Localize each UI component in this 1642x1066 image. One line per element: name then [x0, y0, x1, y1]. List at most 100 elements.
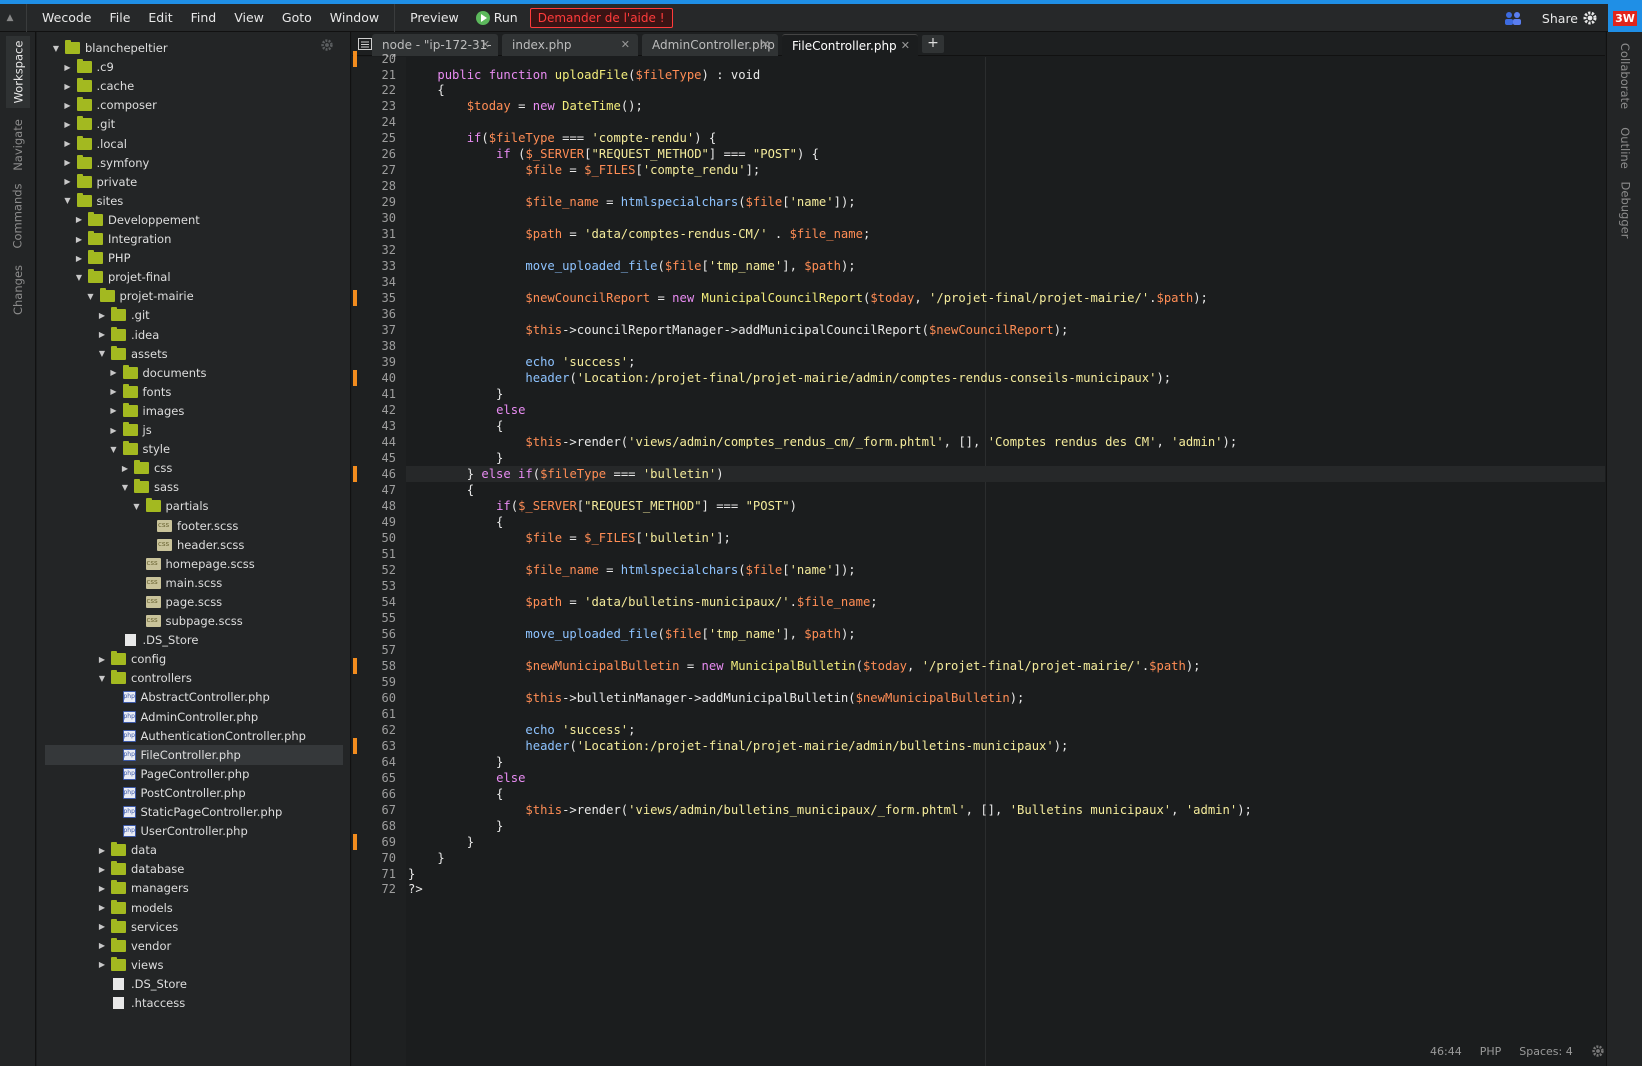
caret-right-icon[interactable]: ▶ — [97, 960, 107, 969]
close-tab-icon[interactable]: ✕ — [621, 38, 630, 51]
tree-folder[interactable]: ▶ fonts — [45, 382, 343, 402]
panel-tab-collaborate[interactable]: Collaborate — [1613, 38, 1637, 114]
caret-down-icon[interactable]: ▼ — [97, 349, 107, 358]
caret-right-icon[interactable]: ▶ — [97, 655, 107, 664]
panel-tab-changes[interactable]: Changes — [6, 256, 30, 324]
close-tab-icon[interactable]: ✕ — [901, 39, 910, 52]
caret-right-icon[interactable]: ▶ — [63, 101, 73, 110]
tree-file[interactable]: .htaccess — [45, 993, 343, 1013]
caret-right-icon[interactable]: ▶ — [109, 426, 119, 435]
preview-button[interactable]: Preview — [401, 10, 468, 25]
caret-down-icon[interactable]: ▼ — [120, 483, 130, 492]
tree-folder[interactable]: ▶ .symfony — [45, 153, 343, 173]
tree-file[interactable]: page.scss — [45, 592, 343, 612]
tree-folder[interactable]: ▶ private — [45, 172, 343, 192]
gear-icon[interactable] — [1582, 10, 1598, 26]
tree-folder[interactable]: ▶ Developpement — [45, 210, 343, 230]
menu-find[interactable]: Find — [182, 10, 226, 25]
tree-file[interactable]: AdminController.php — [45, 707, 343, 727]
tree-folder[interactable]: ▶ .composer — [45, 95, 343, 115]
menu-window[interactable]: Window — [321, 10, 388, 25]
caret-right-icon[interactable]: ▶ — [97, 903, 107, 912]
caret-right-icon[interactable]: ▶ — [74, 235, 84, 244]
users-icon[interactable] — [1504, 10, 1522, 26]
caret-right-icon[interactable]: ▶ — [63, 177, 73, 186]
panel-tab-workspace[interactable]: Workspace — [6, 36, 30, 108]
tree-file[interactable]: .DS_Store — [45, 974, 343, 994]
tree-folder[interactable]: ▼ controllers — [45, 668, 343, 688]
editor-tab[interactable]: index.php ✕ — [502, 34, 638, 56]
menu-view[interactable]: View — [225, 10, 273, 25]
caret-right-icon[interactable]: ▶ — [97, 884, 107, 893]
tab-list-icon[interactable] — [358, 38, 372, 50]
tree-folder[interactable]: ▼ blanchepeltier — [45, 38, 343, 58]
tree-file[interactable]: StaticPageController.php — [45, 802, 343, 822]
caret-right-icon[interactable]: ▶ — [97, 330, 107, 339]
help-button[interactable]: Demander de l'aide ! — [529, 7, 673, 28]
editor-tab[interactable]: FileController.php ✕ — [782, 34, 918, 56]
tree-folder[interactable]: ▶ css — [45, 458, 343, 478]
tree-file[interactable]: .DS_Store — [45, 630, 343, 650]
caret-right-icon[interactable]: ▶ — [74, 215, 84, 224]
tree-file[interactable]: PostController.php — [45, 783, 343, 803]
tree-file[interactable]: main.scss — [45, 573, 343, 593]
tree-file[interactable]: homepage.scss — [45, 554, 343, 574]
collapse-menu-icon[interactable]: ▲ — [0, 13, 20, 23]
tree-folder[interactable]: ▶ .cache — [45, 76, 343, 96]
caret-right-icon[interactable]: ▶ — [97, 846, 107, 855]
tree-folder[interactable]: ▶ .git — [45, 305, 343, 325]
caret-down-icon[interactable]: ▼ — [74, 273, 84, 282]
close-tab-icon[interactable]: ✕ — [481, 38, 490, 51]
tree-folder[interactable]: ▼ projet-mairie — [45, 286, 343, 306]
editor-tab[interactable]: AdminController.php ✕ — [642, 34, 778, 56]
tree-folder[interactable]: ▼ projet-final — [45, 267, 343, 287]
run-button[interactable]: Run — [468, 10, 526, 25]
tree-folder[interactable]: ▶ .local — [45, 134, 343, 154]
caret-right-icon[interactable]: ▶ — [74, 254, 84, 263]
tree-folder[interactable]: ▶ images — [45, 401, 343, 421]
tree-folder[interactable]: ▶ views — [45, 955, 343, 975]
caret-down-icon[interactable]: ▼ — [109, 445, 119, 454]
tree-file[interactable]: subpage.scss — [45, 611, 343, 631]
code-editor[interactable]: public function uploadFile($fileType) : … — [406, 57, 1605, 1066]
caret-right-icon[interactable]: ▶ — [97, 941, 107, 950]
caret-right-icon[interactable]: ▶ — [97, 865, 107, 874]
tree-file[interactable]: AuthenticationController.php — [45, 726, 343, 746]
tree-file[interactable]: header.scss — [45, 535, 343, 555]
caret-right-icon[interactable]: ▶ — [63, 63, 73, 72]
language-mode[interactable]: PHP — [1480, 1045, 1502, 1058]
tree-folder[interactable]: ▶ .git — [45, 114, 343, 134]
tree-folder[interactable]: ▶ data — [45, 840, 343, 860]
tree-folder[interactable]: ▶ models — [45, 898, 343, 918]
caret-right-icon[interactable]: ▶ — [97, 311, 107, 320]
tree-file[interactable]: footer.scss — [45, 516, 343, 536]
caret-right-icon[interactable]: ▶ — [109, 406, 119, 415]
panel-tab-commands[interactable]: Commands — [6, 178, 30, 254]
close-tab-icon[interactable]: ✕ — [761, 38, 770, 51]
tree-folder[interactable]: ▼ style — [45, 439, 343, 459]
menu-edit[interactable]: Edit — [139, 10, 181, 25]
tree-folder[interactable]: ▶ js — [45, 420, 343, 440]
caret-down-icon[interactable]: ▼ — [86, 292, 96, 301]
tree-folder[interactable]: ▼ partials — [45, 496, 343, 516]
panel-tab-debugger[interactable]: Debugger — [1613, 176, 1637, 244]
caret-right-icon[interactable]: ▶ — [63, 82, 73, 91]
tree-folder[interactable]: ▶ .c9 — [45, 57, 343, 77]
caret-down-icon[interactable]: ▼ — [97, 674, 107, 683]
menu-goto[interactable]: Goto — [273, 10, 321, 25]
tree-folder[interactable]: ▶ vendor — [45, 936, 343, 956]
caret-right-icon[interactable]: ▶ — [120, 464, 130, 473]
caret-down-icon[interactable]: ▼ — [132, 502, 142, 511]
panel-tab-navigate[interactable]: Navigate — [6, 112, 30, 178]
tree-file[interactable]: FileController.php — [45, 744, 343, 765]
caret-right-icon[interactable]: ▶ — [63, 158, 73, 167]
caret-down-icon[interactable]: ▼ — [63, 196, 73, 205]
tree-folder[interactable]: ▶ Integration — [45, 229, 343, 249]
tree-folder[interactable]: ▶ managers — [45, 878, 343, 898]
caret-right-icon[interactable]: ▶ — [97, 922, 107, 931]
panel-tab-outline[interactable]: Outline — [1613, 120, 1637, 176]
tree-file[interactable]: PageController.php — [45, 764, 343, 784]
menu-wecode[interactable]: Wecode — [33, 10, 100, 25]
tree-folder[interactable]: ▶ PHP — [45, 248, 343, 268]
caret-right-icon[interactable]: ▶ — [109, 387, 119, 396]
